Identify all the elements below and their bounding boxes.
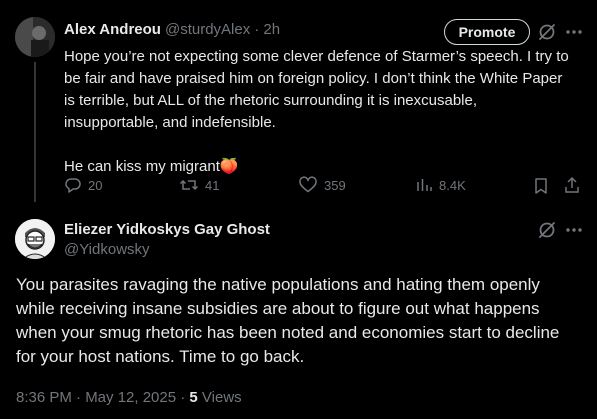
grok-slash-circle-icon[interactable]	[537, 220, 557, 240]
avatar-alex-andreou[interactable]	[15, 17, 55, 57]
tweet2-line-3: when your smug rhetoric has been noted a…	[16, 323, 560, 342]
tweet2-author-handle[interactable]: @Yidkowsky	[64, 241, 150, 258]
tweet2-author-name[interactable]: Eliezer Yidkoskys Gay Ghost	[64, 221, 270, 238]
tweet2-line-2: while receiving insane subsidies are abo…	[16, 299, 540, 318]
tweet1-line-4: insupportable, and indefensible.	[64, 114, 276, 131]
tweet1-author-handle[interactable]: @sturdyAlex	[165, 21, 250, 38]
tweet2-views-count: 5	[189, 389, 198, 406]
heart-icon	[299, 176, 317, 193]
more-dots-icon[interactable]	[563, 22, 585, 42]
peach-emoji: 🍑	[219, 158, 239, 175]
more-dots-icon[interactable]	[563, 220, 585, 240]
retweet-count: 41	[205, 177, 220, 193]
tweet2-line-4: for your host nations. Time to go back.	[16, 347, 305, 366]
reply-action[interactable]: 20	[64, 176, 102, 194]
tweet1-time[interactable]: · 2h	[254, 21, 280, 38]
grok-slash-circle-icon[interactable]	[537, 22, 557, 42]
like-count: 359	[324, 177, 346, 193]
tweet1-paragraph2: He can kiss my migrant	[64, 158, 220, 175]
promote-button[interactable]: Promote	[444, 19, 530, 45]
tweet1-line-2: be fair and have praised him on foreign …	[64, 70, 563, 87]
views-action[interactable]: 8.4K	[415, 176, 466, 194]
tweet1-line-5: He can kiss my migrant🍑	[64, 156, 584, 178]
views-count: 8.4K	[439, 177, 466, 193]
avatar-alex-icon	[15, 17, 55, 57]
avatar-eliezer[interactable]	[15, 219, 55, 259]
thread-connector-line	[34, 62, 36, 202]
tweet1-line-3: is terrible, but ALL of the rhetoric sur…	[64, 92, 477, 109]
tweet2-meta: 8:36 PM · May 12, 2025 · 5 Views	[16, 389, 242, 406]
tweet2-line-1: You parasites ravaging the native popula…	[16, 275, 540, 294]
tweet2-timestamp[interactable]: 8:36 PM · May 12, 2025 ·	[16, 389, 189, 406]
like-action[interactable]: 359	[298, 176, 346, 194]
share-upload-icon[interactable]	[563, 176, 581, 194]
avatar-cartoon-icon	[15, 219, 55, 259]
tweet2-views-label: Views	[197, 389, 242, 406]
tweet1-body: Hope you’re not expecting some clever de…	[64, 46, 584, 178]
retweet-arrows-icon	[179, 179, 199, 191]
tweet1-line-1: Hope you’re not expecting some clever de…	[64, 48, 569, 65]
tweet1-header: Alex Andreou @sturdyAlex · 2h	[64, 21, 280, 38]
reply-count: 20	[88, 177, 103, 193]
tweet1-author-name[interactable]: Alex Andreou	[64, 21, 161, 38]
retweet-action[interactable]: 41	[179, 176, 219, 194]
tweet2-body: You parasites ravaging the native popula…	[16, 273, 586, 369]
reply-bubble-icon	[65, 178, 81, 193]
bookmark-icon[interactable]	[533, 177, 549, 195]
bar-chart-icon	[417, 179, 432, 191]
